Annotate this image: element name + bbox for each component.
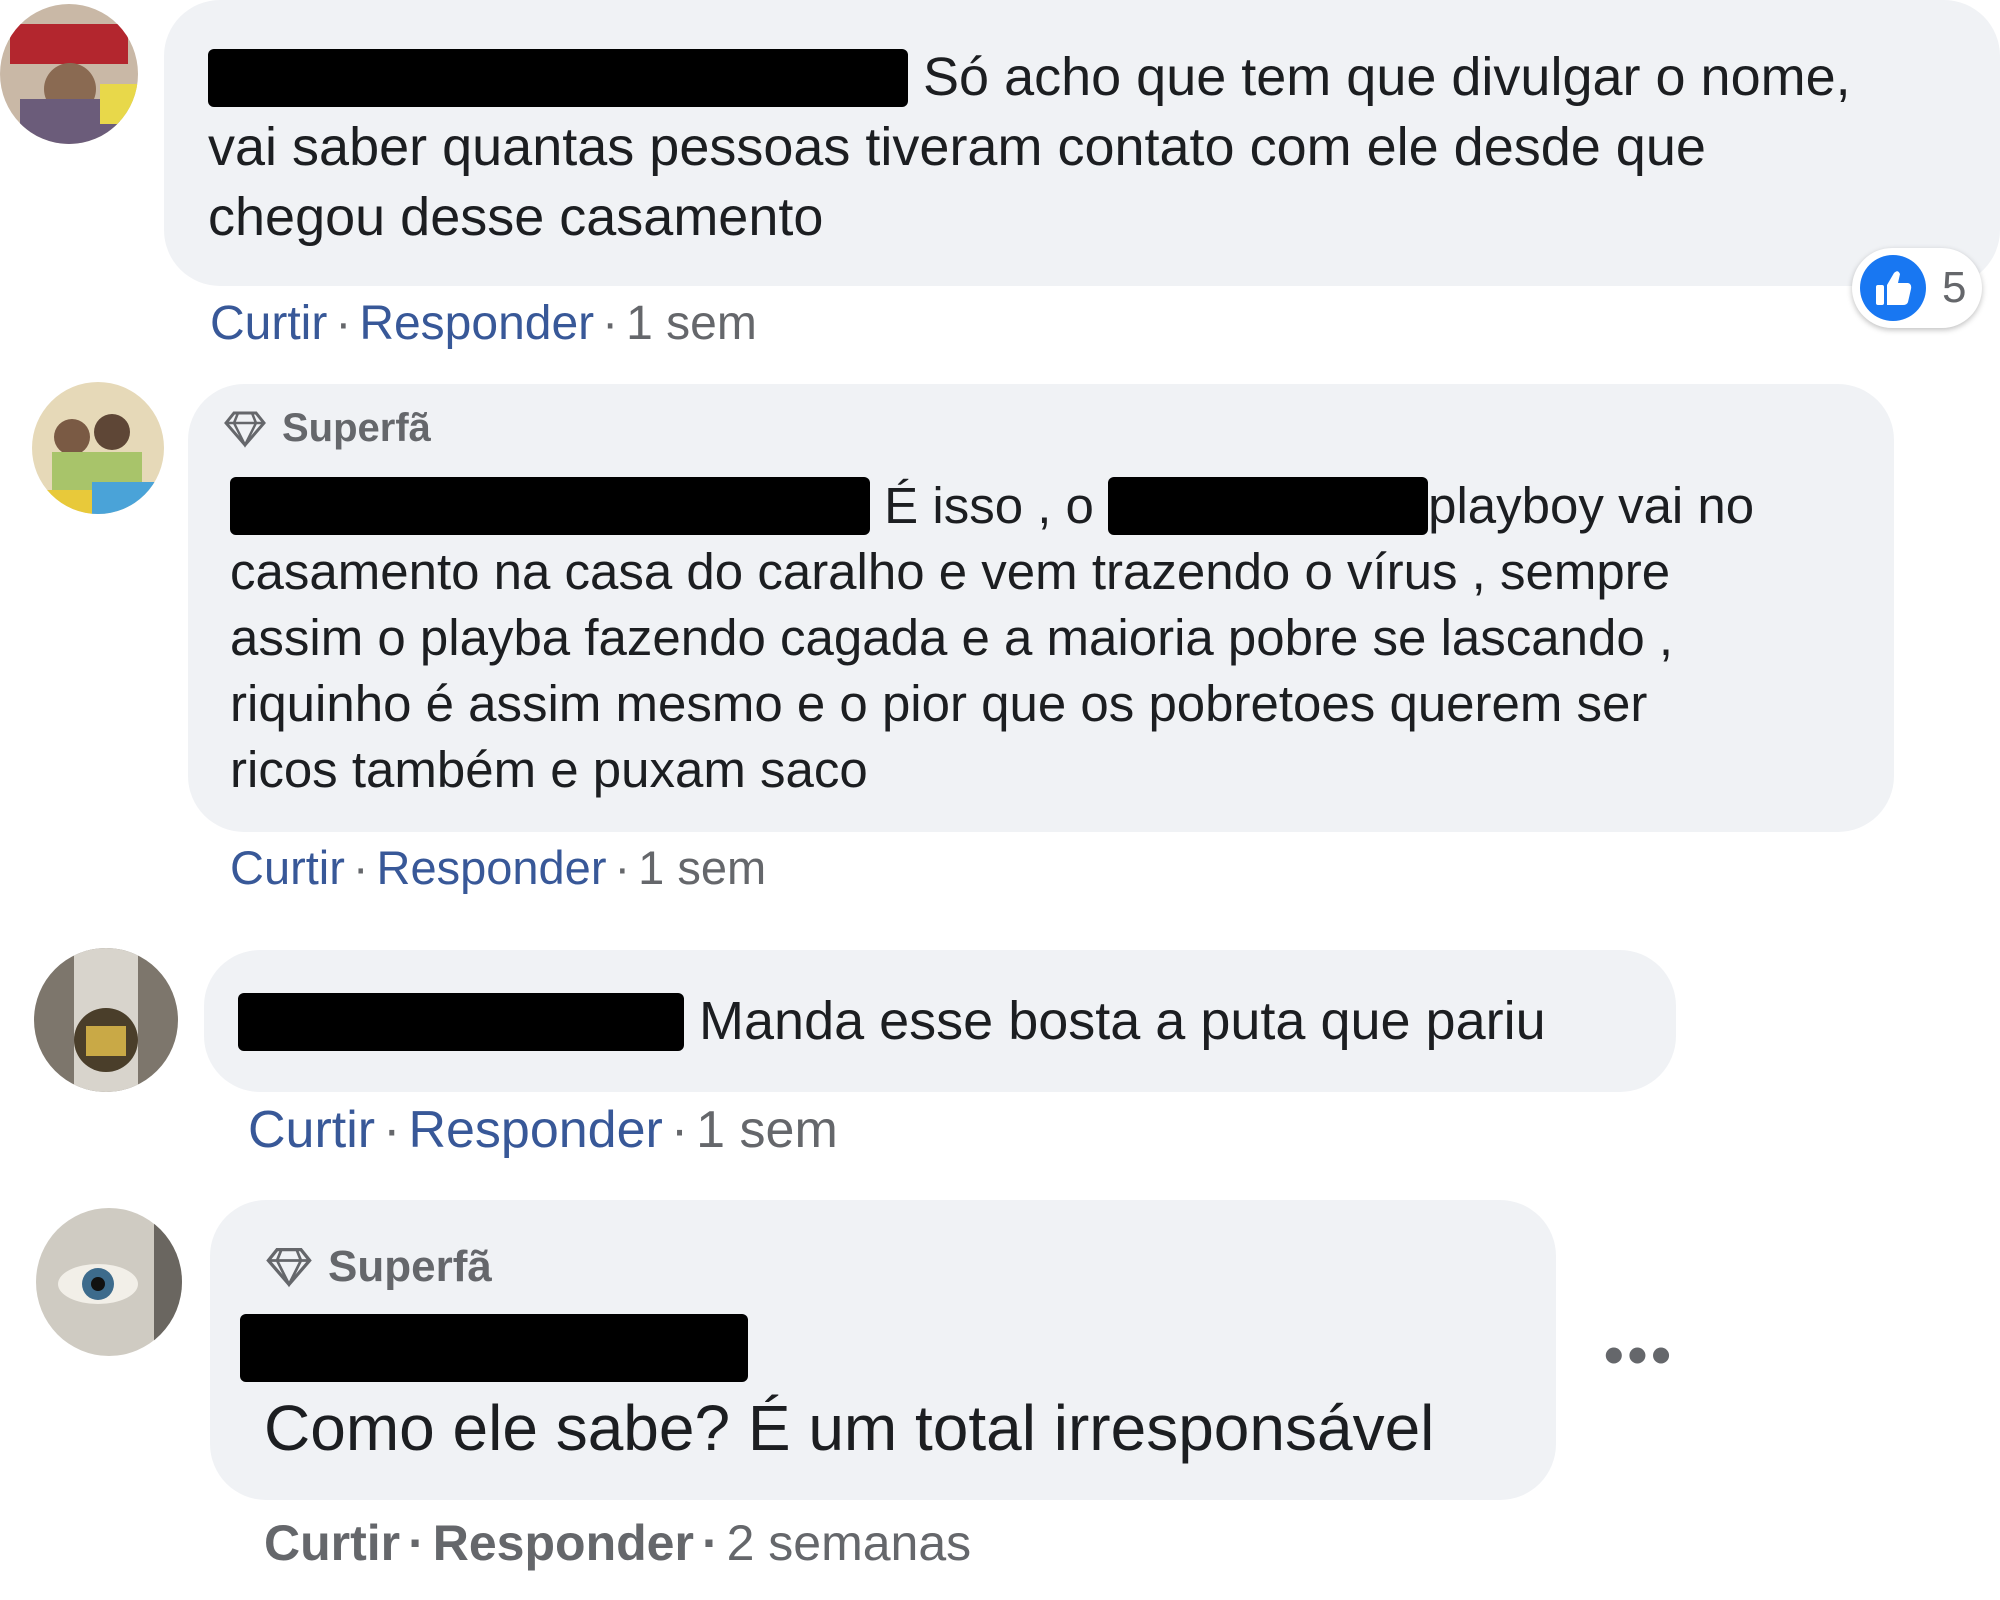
reply-link[interactable]: Responder	[359, 297, 594, 350]
redacted-author-name	[208, 49, 908, 107]
comment-text: Manda esse bosta a puta que pariu	[238, 986, 1546, 1056]
comment-text: chegou desse casamento	[208, 187, 824, 247]
reaction-count[interactable]: 5	[1852, 248, 1982, 328]
like-link[interactable]: Curtir	[230, 841, 345, 894]
comment-time[interactable]: 1 sem	[696, 1101, 838, 1159]
comment-text: ricos também e puxam saco	[230, 741, 868, 798]
superfan-badge: Superfã	[222, 406, 431, 451]
comment-actions: Curtir · Responder · 2 semanas	[264, 1515, 972, 1571]
diamond-icon	[266, 1247, 312, 1288]
commenter-avatar[interactable]	[34, 948, 178, 1092]
like-link[interactable]: Curtir	[210, 297, 327, 350]
comment-text: casamento na casa do caralho e vem traze…	[230, 543, 1671, 600]
redacted-name	[1108, 477, 1429, 535]
diamond-icon	[224, 411, 266, 448]
comment-actions: Curtir · Responder · 1 sem	[210, 297, 757, 350]
commenter-avatar[interactable]	[0, 4, 138, 144]
more-options-icon[interactable]: •••	[1604, 1322, 1675, 1387]
comment-text: Como ele sabe? É um total irresponsável	[264, 1392, 1435, 1464]
comment-text: Só acho que tem que divulgar o nome,	[208, 42, 1851, 112]
like-link[interactable]: Curtir	[248, 1101, 375, 1159]
reaction-count-value: 5	[1942, 263, 1967, 312]
comment-actions: Curtir · Responder · 1 sem	[248, 1101, 838, 1159]
comment-actions: Curtir · Responder · 1 sem	[230, 841, 767, 894]
reply-link[interactable]: Responder	[377, 841, 607, 894]
commenter-avatar[interactable]	[32, 382, 164, 514]
thumbs-up-icon	[1860, 255, 1926, 321]
commenter-avatar[interactable]	[36, 1208, 182, 1356]
reply-link[interactable]: Responder	[433, 1515, 694, 1571]
redacted-author-name	[238, 993, 684, 1051]
comment-text: É isso , o playboy vai no	[230, 473, 1754, 539]
comment-time[interactable]: 2 semanas	[727, 1515, 972, 1571]
redacted-author-name	[240, 1314, 748, 1382]
like-link[interactable]: Curtir	[264, 1515, 400, 1571]
comment-time[interactable]: 1 sem	[626, 297, 757, 350]
comment-text: riquinho é assim mesmo e o pior que os p…	[230, 675, 1648, 732]
comment-time[interactable]: 1 sem	[638, 841, 766, 894]
reply-link[interactable]: Responder	[408, 1101, 662, 1159]
comment-text: vai saber quantas pessoas tiveram contat…	[208, 117, 1706, 177]
superfan-badge: Superfã	[264, 1242, 492, 1292]
comment-text: assim o playba fazendo cagada e a maiori…	[230, 609, 1674, 666]
redacted-author-name	[230, 477, 870, 535]
